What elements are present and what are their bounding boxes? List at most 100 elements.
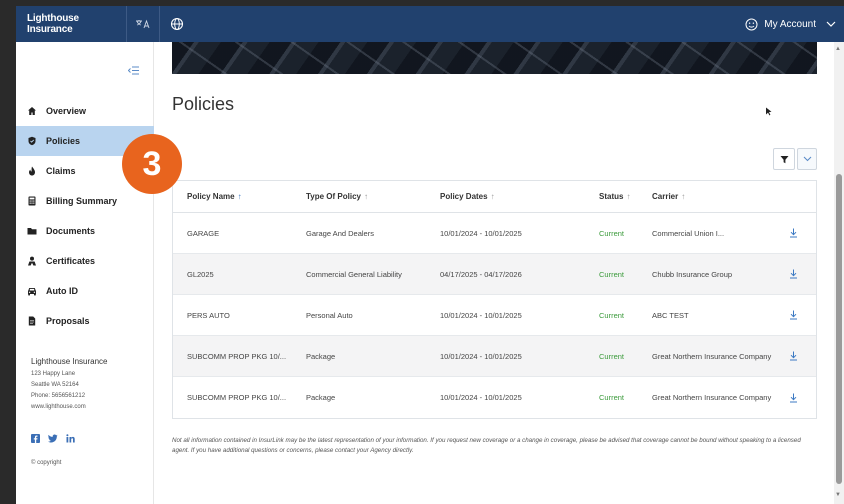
policy-carrier: ABC TEST (652, 310, 689, 320)
policy-carrier: Chubb Insurance Group (652, 269, 733, 279)
sidebar-item-label: Auto ID (46, 286, 78, 296)
flame-icon (27, 166, 37, 176)
policy-name[interactable]: SUBCOMM PROP PKG 10/... (173, 393, 306, 402)
my-account-menu[interactable]: My Account (745, 6, 836, 42)
policy-name[interactable]: PERS AUTO (173, 311, 306, 320)
mouse-cursor-icon (766, 107, 772, 116)
column-header-policy-dates[interactable]: Policy Dates ↑ (440, 192, 599, 201)
social-links (31, 434, 75, 443)
scroll-up-arrow[interactable]: ▲ (835, 46, 841, 52)
language-icon[interactable] (126, 6, 160, 42)
car-icon (27, 286, 37, 296)
download-icon[interactable] (770, 269, 816, 279)
brand-name[interactable]: Lighthouse Insurance (16, 13, 126, 35)
sidebar-item-label: Billing Summary (46, 196, 118, 206)
globe-icon[interactable] (160, 6, 194, 42)
sidebar-item-documents[interactable]: Documents (16, 216, 154, 246)
sort-icon: ↑ (626, 192, 631, 201)
policy-type: Garage And Dealers (306, 228, 374, 238)
download-icon[interactable] (770, 351, 816, 361)
table-row[interactable]: GL2025 Commercial General Liability 04/1… (173, 254, 816, 295)
agency-address-line1: 123 Happy Lane (31, 371, 76, 377)
sort-icon: ↑ (363, 192, 368, 201)
table-row[interactable]: PERS AUTO Personal Auto 10/01/2024 - 10/… (173, 295, 816, 336)
policy-dates: 04/17/2025 - 04/17/2026 (440, 269, 522, 279)
page-title: Policies (172, 94, 235, 114)
download-icon[interactable] (770, 393, 816, 403)
sort-ascending-icon: ↑ (237, 192, 242, 201)
column-header-policy-name[interactable]: Policy Name ↑ (173, 192, 306, 201)
sidebar-item-label: Proposals (46, 316, 90, 326)
sidebar-nav: Overview Policies Claims Billing Summary… (16, 96, 154, 336)
calculator-icon (27, 196, 37, 206)
agency-phone: Phone: 5656561212 (31, 393, 86, 399)
facebook-icon[interactable] (31, 434, 40, 443)
collapse-menu-icon[interactable] (128, 66, 139, 75)
table-row[interactable]: GARAGE Garage And Dealers 10/01/2024 - 1… (173, 213, 816, 254)
sidebar: Overview Policies Claims Billing Summary… (16, 42, 154, 504)
policy-status: Current (599, 351, 625, 361)
agency-info: Lighthouse Insurance 123 Happy Lane Seat… (31, 356, 108, 413)
sidebar-item-proposals[interactable]: Proposals (16, 306, 154, 336)
agency-address-line2: Seattle WA 52164 (31, 382, 79, 388)
policy-carrier: Commercial Union I... (652, 228, 725, 238)
sidebar-item-auto-id[interactable]: Auto ID (16, 276, 154, 306)
app-window: Lighthouse Insurance My Account Overview… (16, 6, 844, 504)
smiley-icon (745, 18, 758, 30)
policy-name[interactable]: GL2025 (173, 270, 306, 279)
agency-name: Lighthouse Insurance (31, 357, 108, 366)
person-icon (27, 256, 37, 266)
sidebar-item-label: Documents (46, 226, 96, 236)
policy-carrier: Great Northern Insurance Company (652, 351, 772, 361)
table-row[interactable]: SUBCOMM PROP PKG 10/... Package 10/01/20… (173, 377, 816, 418)
filter-icon (780, 155, 788, 163)
sidebar-item-label: Certificates (46, 256, 96, 266)
table-options-dropdown[interactable] (797, 148, 817, 170)
sidebar-item-label: Claims (46, 166, 76, 176)
sidebar-item-label: Overview (46, 106, 87, 116)
policy-type: Package (306, 351, 336, 361)
document-icon (27, 316, 37, 326)
account-label: My Account (764, 18, 816, 30)
shield-icon (27, 136, 37, 146)
policy-name[interactable]: SUBCOMM PROP PKG 10/... (173, 352, 306, 361)
column-header-status[interactable]: Status ↑ (599, 192, 652, 201)
sort-icon: ↑ (490, 192, 495, 201)
policy-status: Current (599, 393, 625, 402)
policy-status: Current (599, 228, 625, 238)
filter-button[interactable] (773, 148, 795, 170)
twitter-icon[interactable] (48, 434, 58, 443)
agency-website[interactable]: www.lighthouse.com (31, 402, 108, 413)
scroll-down-arrow[interactable]: ▼ (835, 492, 841, 498)
policy-dates: 10/01/2024 - 10/01/2025 (440, 393, 522, 402)
download-icon[interactable] (770, 310, 816, 320)
policy-name[interactable]: GARAGE (173, 229, 306, 238)
sidebar-item-billing-summary[interactable]: Billing Summary (16, 186, 154, 216)
home-icon (27, 106, 37, 116)
policies-table: Policy Name ↑ Type Of Policy ↑ Policy Date… (172, 180, 817, 419)
table-row[interactable]: SUBCOMM PROP PKG 10/... Package 10/01/20… (173, 336, 816, 377)
table-header: Policy Name ↑ Type Of Policy ↑ Policy Date… (173, 181, 816, 213)
column-header-type-of-policy[interactable]: Type Of Policy ↑ (306, 192, 440, 201)
policy-dates: 10/01/2024 - 10/01/2025 (440, 310, 522, 320)
policy-status: Current (599, 310, 625, 320)
policy-dates: 10/01/2024 - 10/01/2025 (440, 228, 522, 238)
download-icon[interactable] (770, 228, 816, 238)
sidebar-item-overview[interactable]: Overview (16, 96, 154, 126)
column-header-carrier[interactable]: Carrier ↑ (652, 192, 770, 201)
chevron-down-icon (803, 156, 811, 162)
hero-banner (172, 42, 817, 74)
scrollbar-thumb[interactable] (836, 174, 842, 484)
sidebar-item-certificates[interactable]: Certificates (16, 246, 154, 276)
policy-carrier: Great Northern Insurance Company (652, 393, 772, 402)
policy-type: Personal Auto (306, 310, 353, 320)
policy-status: Current (599, 269, 625, 279)
policy-type: Package (306, 393, 336, 402)
sort-icon: ↑ (681, 192, 686, 201)
folder-icon (27, 226, 37, 236)
copyright-text: © copyright (31, 460, 62, 466)
chevron-down-icon (826, 21, 836, 27)
linkedin-icon[interactable] (66, 434, 75, 443)
sidebar-item-label: Policies (46, 136, 81, 146)
step-number-badge: 3 (122, 134, 182, 194)
